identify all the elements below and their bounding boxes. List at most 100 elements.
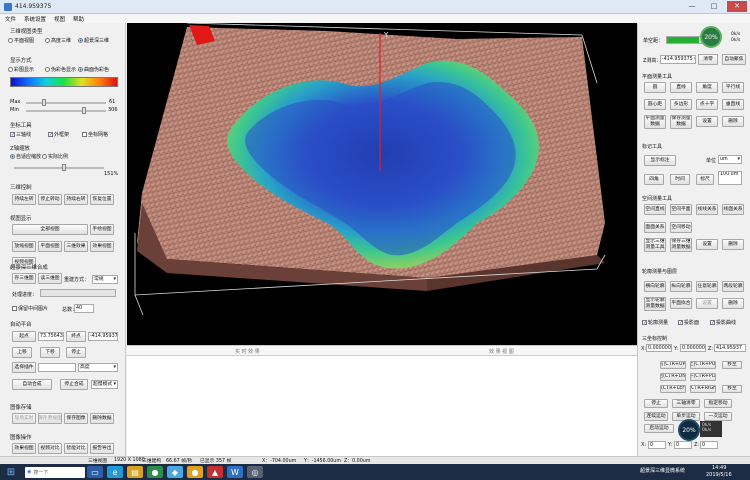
radio-height-3d[interactable]: 高度三维 <box>45 37 71 44</box>
save-3d-button[interactable]: 存三维图 <box>12 273 36 284</box>
menu-system-settings[interactable]: 系统设置 <box>24 15 46 23</box>
save-plane-data-button[interactable]: 保存测量数据 <box>670 115 692 129</box>
circle-tool-button[interactable]: 圆 <box>644 82 666 93</box>
move-up-button[interactable]: 上移 <box>12 347 32 358</box>
right-move-button[interactable]: 右(CTR+RIGHT) <box>690 385 716 393</box>
live-capture-button[interactable]: 现场实时 <box>12 413 36 424</box>
menu-help[interactable]: 帮助 <box>73 15 84 23</box>
polygon-tool-button[interactable]: 多边形 <box>670 99 692 110</box>
stop-compose-button[interactable]: 停止合成 <box>60 379 88 390</box>
maximize-button[interactable]: □ <box>704 1 724 12</box>
rebuild-mode-select[interactable]: 常规 <box>92 275 118 284</box>
z-scale-knob[interactable] <box>62 164 66 171</box>
plane-delete-button[interactable]: 删除 <box>722 116 744 127</box>
taskbar-search[interactable]: ◉ 搜一下 <box>25 466 85 478</box>
front-move-button[interactable]: 前(CTR+UP) <box>660 361 686 369</box>
check-coord-grid[interactable]: 坐标网格 <box>82 131 108 138</box>
app-icon-blue[interactable]: ◆ <box>167 466 183 478</box>
plugin-select[interactable]: 高度 <box>78 363 118 372</box>
down-move-button[interactable]: 下(CTR+PD) <box>690 373 716 381</box>
minimize-button[interactable]: — <box>682 1 702 12</box>
zoom-view-button[interactable]: 放缩视图 <box>12 241 36 252</box>
auto-compose-button[interactable]: 自动合成 <box>12 379 52 390</box>
radio-color-display[interactable]: 彩图显示 <box>8 66 34 73</box>
ie-browser-icon[interactable]: e <box>107 466 123 478</box>
projection-curve-check[interactable]: ✓ 投影曲线 <box>710 319 736 326</box>
smart-compare-button[interactable]: 智能对比 <box>64 443 88 454</box>
effect-view-area[interactable] <box>127 356 637 456</box>
select-plugin-button[interactable]: 选择插件 <box>12 362 36 373</box>
stop-move-button[interactable]: 停止 <box>644 399 668 408</box>
auto-focus-button[interactable]: 自动聚焦 <box>722 54 746 65</box>
stop-rotate-button[interactable]: 停止转动 <box>38 194 62 205</box>
all-views-button[interactable]: 全部视图 <box>12 224 88 235</box>
start-point-button[interactable]: 起点 <box>12 331 36 342</box>
radio-actual-scale[interactable]: 实际比例 <box>42 153 68 160</box>
radio-auto-scale[interactable]: 自适应缩放 <box>10 153 41 160</box>
rotate-left-button[interactable]: 持续左转 <box>12 194 36 205</box>
file-explorer-icon[interactable]: ▤ <box>127 466 143 478</box>
min-slider-track[interactable] <box>26 110 106 112</box>
continuous-move-button[interactable]: 连续运动 <box>644 412 668 421</box>
profile-settings-button[interactable]: 设置 <box>696 298 718 309</box>
effect-view-button[interactable]: 效果视图 <box>90 241 114 252</box>
show-annotation-button[interactable]: 显示标注 <box>644 155 676 166</box>
corner-mark-button[interactable]: 四角 <box>644 174 664 185</box>
line-line-button[interactable]: 线线关系 <box>696 204 718 215</box>
app-icon-orange[interactable]: ● <box>187 466 203 478</box>
save-3d-data-button[interactable]: 保存三维测量数据 <box>670 238 692 252</box>
zero-axes-button[interactable]: 三轴清零 <box>672 399 700 408</box>
horizontal-profile-button[interactable]: 横向轮廓 <box>644 281 666 292</box>
left-move-button[interactable]: 左(CTR+LEFT) <box>660 385 686 393</box>
plane-data-button[interactable]: 平面测量数据 <box>644 115 666 129</box>
y-coord-value[interactable]: 0.000000 <box>680 344 706 352</box>
back-move-button[interactable]: 后(CTR+DN) <box>660 373 686 381</box>
check-outer-frame[interactable]: ✓ 外框架 <box>48 131 69 138</box>
vertical-profile-button[interactable]: 纵向轮廓 <box>670 281 692 292</box>
space-plane-button[interactable]: 空间平面 <box>670 204 692 215</box>
bottom-x-field[interactable]: 0 <box>648 441 666 449</box>
z-scale-slider[interactable] <box>14 167 104 169</box>
two-segment-profile-button[interactable]: 两段轮廓 <box>722 281 744 292</box>
max-slider-track[interactable] <box>26 102 106 104</box>
effect-3d-button[interactable]: 三维效果 <box>64 241 88 252</box>
effect-view-op-button[interactable]: 效果视图 <box>12 443 36 454</box>
max-slider-knob[interactable] <box>42 99 46 106</box>
end-point-button[interactable]: 终点 <box>66 331 86 342</box>
crosshair-tool-button[interactable]: 点十字 <box>696 99 718 110</box>
go-to-button-1[interactable]: 移至 <box>722 361 742 369</box>
one-move-button[interactable]: 一次运动 <box>704 412 732 421</box>
bottom-z-field[interactable]: 0 <box>700 441 718 449</box>
min-slider-knob[interactable] <box>82 107 86 114</box>
plugin-field[interactable] <box>38 363 76 372</box>
zero-button[interactable]: 清零 <box>698 54 718 65</box>
x-coord-value[interactable]: 0.000000 <box>646 344 672 352</box>
z-measure-value[interactable]: -414.959375 um <box>660 55 696 64</box>
menu-view[interactable]: 视图 <box>54 15 65 23</box>
free-profile-button[interactable]: 任意轮廓 <box>696 281 718 292</box>
unit-select[interactable]: um <box>718 155 742 164</box>
line-tool-button[interactable]: 直线 <box>670 82 692 93</box>
perpendicular-tool-button[interactable]: 垂直线 <box>722 99 744 110</box>
space-move-button[interactable]: 空间移动 <box>670 222 692 233</box>
specified-move-button[interactable]: 指定移动 <box>704 399 732 408</box>
move-down-button[interactable]: 下移 <box>40 347 60 358</box>
line-plane-button[interactable]: 线面关系 <box>722 204 744 215</box>
microscope-app-icon[interactable]: ◎ <box>247 466 263 478</box>
video-compare-button[interactable]: 视频对比 <box>38 443 62 454</box>
speed-mode-select[interactable]: 超慢模式 <box>91 380 118 389</box>
radio-surface-pseudo[interactable]: 曲面伪彩色 <box>78 66 109 73</box>
radio-depth-3d[interactable]: 超景深三维 <box>78 37 109 44</box>
angle-tool-button[interactable]: 角度 <box>696 82 718 93</box>
profile-delete-button[interactable]: 删除 <box>722 298 744 309</box>
show-profile-data-button[interactable]: 显示轮廓测量数据 <box>644 297 666 311</box>
go-to-button-2[interactable]: 移至 <box>722 385 742 393</box>
plane-settings-button[interactable]: 设置 <box>696 116 718 127</box>
export-report-button[interactable]: 报告导出 <box>90 443 114 454</box>
radio-plane-view[interactable]: 平面视图 <box>8 37 34 44</box>
delete-data-button[interactable]: 删除数据 <box>90 413 114 424</box>
space-delete-button[interactable]: 删除 <box>722 239 744 250</box>
end-value-field[interactable]: -414.95937 <box>88 332 118 341</box>
parallel-tool-button[interactable]: 平行线 <box>722 82 744 93</box>
stage-stop-button[interactable]: 停止 <box>66 347 86 358</box>
